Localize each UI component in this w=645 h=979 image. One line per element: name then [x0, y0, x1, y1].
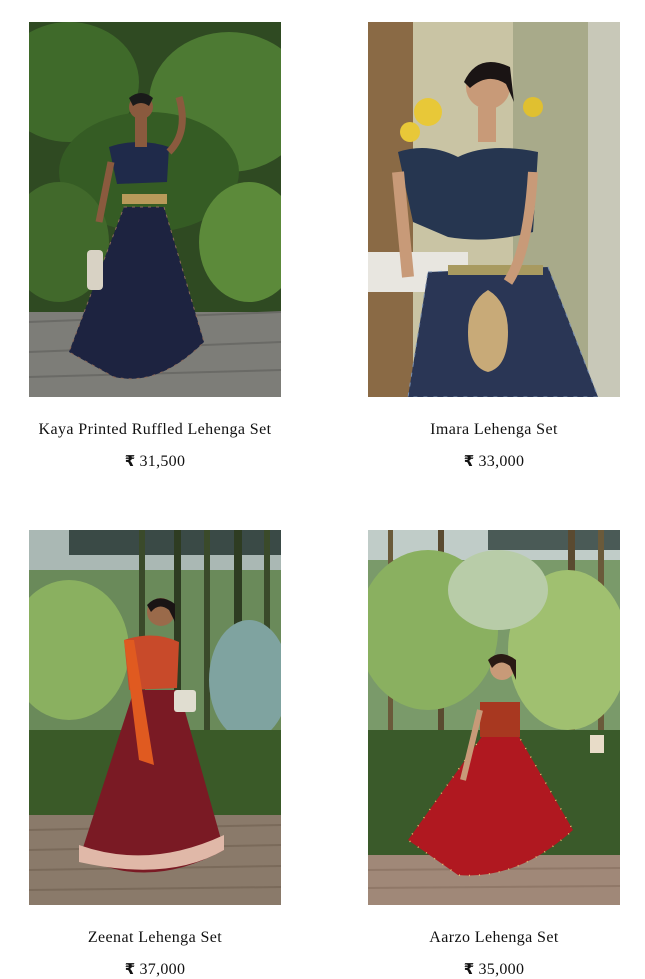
price-value: 33,000	[478, 453, 525, 470]
product-title[interactable]: Aarzo Lehenga Set	[368, 929, 620, 947]
rupee-icon: ₹	[124, 960, 136, 978]
product-image[interactable]	[368, 22, 620, 397]
product-title[interactable]: Imara Lehenga Set	[368, 421, 620, 439]
product-card[interactable]: Zeenat Lehenga Set ₹37,000	[29, 530, 281, 979]
product-price: ₹37,000	[29, 960, 281, 979]
price-value: 35,000	[478, 961, 525, 978]
product-price: ₹31,500	[29, 452, 281, 471]
product-photo-zeenat	[29, 530, 281, 905]
price-value: 31,500	[139, 453, 186, 470]
rupee-icon: ₹	[463, 960, 475, 978]
product-price: ₹35,000	[368, 960, 620, 979]
product-image[interactable]	[29, 22, 281, 397]
product-card[interactable]: Aarzo Lehenga Set ₹35,000	[368, 530, 620, 979]
product-image[interactable]	[29, 530, 281, 905]
product-photo-aarzo	[368, 530, 620, 905]
rupee-icon: ₹	[124, 452, 136, 470]
product-image[interactable]	[368, 530, 620, 905]
product-card[interactable]: Kaya Printed Ruffled Lehenga Set ₹31,500	[29, 22, 281, 471]
product-price: ₹33,000	[368, 452, 620, 471]
product-card[interactable]: Imara Lehenga Set ₹33,000	[368, 22, 620, 471]
product-title[interactable]: Zeenat Lehenga Set	[29, 929, 281, 947]
product-grid: Kaya Printed Ruffled Lehenga Set ₹31,500	[0, 0, 645, 979]
product-title[interactable]: Kaya Printed Ruffled Lehenga Set	[29, 421, 281, 439]
product-photo-imara	[368, 22, 620, 397]
product-photo-kaya	[29, 22, 281, 397]
rupee-icon: ₹	[463, 452, 475, 470]
price-value: 37,000	[139, 961, 186, 978]
